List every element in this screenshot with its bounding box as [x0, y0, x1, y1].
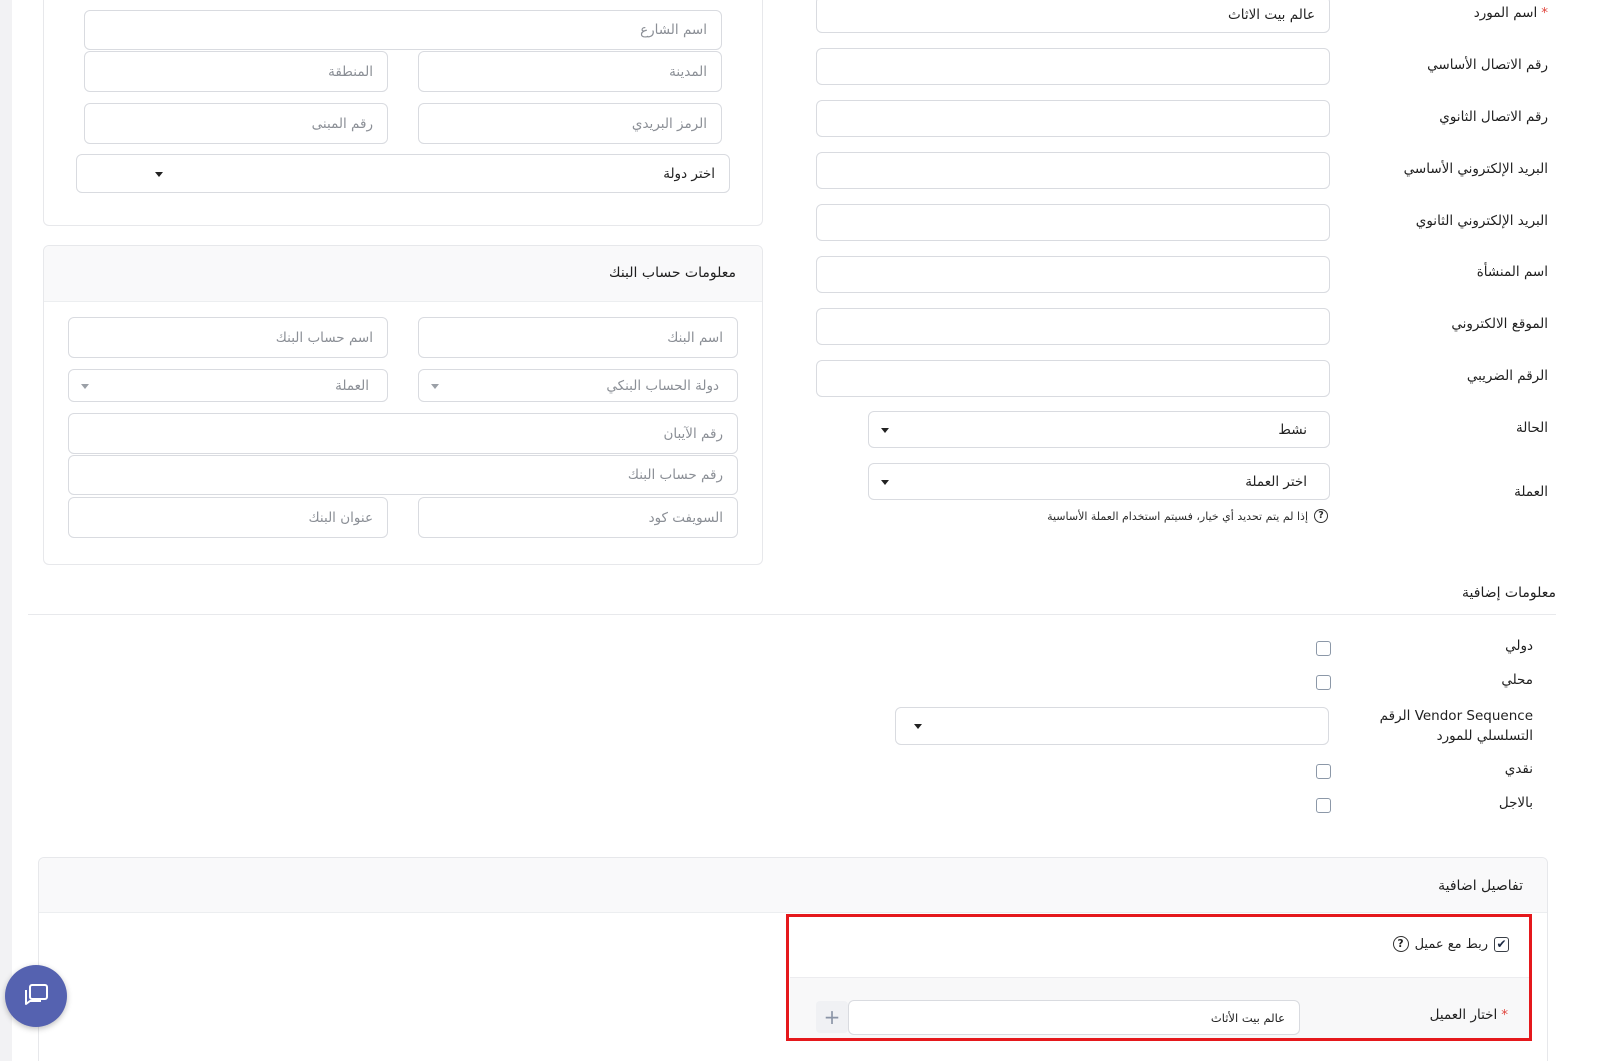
bank-currency-select[interactable]: العملة [68, 369, 388, 402]
required-mark: * [1541, 5, 1548, 21]
chevron-down-icon [881, 479, 889, 485]
currency-label: العملة [1514, 484, 1548, 500]
credit-checkbox[interactable] [1316, 798, 1331, 813]
street-placeholder: اسم الشارع [640, 22, 707, 38]
district-placeholder: المنطقة [328, 63, 373, 80]
tax-number-input[interactable] [816, 360, 1330, 397]
website-input[interactable] [816, 308, 1330, 345]
bank-account-name-placeholder: اسم حساب البنك [275, 329, 373, 346]
building-number-placeholder: رقم المبنى [311, 115, 373, 132]
currency-placeholder: اختر العملة [1245, 473, 1307, 490]
vendor-name-value: عالم بيت الاثاث [1228, 6, 1315, 23]
secondary-phone-input[interactable] [816, 100, 1330, 137]
credit-label: بالاجل [1498, 795, 1533, 811]
international-label: دولي [1505, 638, 1533, 654]
chevron-down-icon [431, 383, 439, 389]
chevron-down-icon [155, 171, 163, 177]
cash-label: نقدي [1504, 761, 1533, 777]
building-number-input[interactable]: رقم المبنى [84, 103, 388, 144]
primary-phone-input[interactable] [816, 48, 1330, 85]
extra-info-divider [28, 614, 1556, 615]
swift-input[interactable]: السويفت كود [418, 497, 738, 538]
postal-code-placeholder: الرمز البريدي [631, 115, 707, 132]
additional-details-title: تفاصيل اضافية [1438, 878, 1523, 894]
vendor-sequence-label: Vendor Sequence الرقم التسلسلي للمورد [1379, 708, 1533, 744]
chevron-down-icon [81, 383, 89, 389]
currency-hint: ? إذا لم يتم تحديد أي خيار، فسيتم استخدا… [1047, 509, 1328, 523]
chevron-down-icon [881, 427, 889, 433]
bank-name-placeholder: اسم البنك [667, 329, 723, 346]
primary-phone-label: رقم الاتصال الأساسي [1427, 57, 1548, 73]
company-name-label: اسم المنشأة [1476, 264, 1548, 280]
vendor-sequence-select[interactable] [895, 707, 1329, 745]
website-label: الموقع الالكتروني [1451, 316, 1548, 332]
city-placeholder: المدينة [669, 63, 707, 80]
bank-account-number-input[interactable]: رقم حساب البنك [68, 455, 738, 495]
company-name-input[interactable] [816, 256, 1330, 293]
left-scroll-gutter [0, 0, 12, 1061]
district-input[interactable]: المنطقة [84, 51, 388, 92]
secondary-email-label: البريد الإلكتروني الثانوي [1415, 213, 1548, 229]
iban-input[interactable]: رقم الآيبان [68, 413, 738, 454]
bank-currency-placeholder: العملة [335, 377, 369, 394]
currency-hint-text: إذا لم يتم تحديد أي خيار، فسيتم استخدام … [1047, 509, 1308, 523]
vendor-name-label: *اسم المورد [1474, 5, 1548, 21]
status-label: الحالة [1515, 420, 1548, 436]
bank-country-select[interactable]: دولة الحساب البنكي [418, 369, 738, 402]
secondary-email-input[interactable] [816, 204, 1330, 241]
cash-checkbox[interactable] [1316, 764, 1331, 779]
highlight-box [786, 914, 1532, 1041]
bank-country-placeholder: دولة الحساب البنكي [606, 377, 719, 394]
bank-address-placeholder: عنوان البنك [308, 509, 373, 526]
local-checkbox[interactable] [1316, 675, 1331, 690]
additional-details-header [39, 858, 1547, 913]
swift-placeholder: السويفت كود [648, 509, 723, 526]
street-input[interactable]: اسم الشارع [84, 10, 722, 50]
secondary-phone-label: رقم الاتصال الثانوي [1439, 109, 1548, 125]
status-select[interactable]: نشط [868, 411, 1330, 448]
vendor-name-label-text: اسم المورد [1473, 5, 1538, 21]
chevron-down-icon [914, 724, 922, 729]
postal-code-input[interactable]: الرمز البريدي [418, 103, 722, 144]
country-placeholder: اختر دولة [663, 165, 715, 182]
vendor-name-input[interactable]: عالم بيت الاثاث [816, 0, 1330, 33]
status-value: نشط [1278, 421, 1307, 438]
international-checkbox[interactable] [1316, 641, 1331, 656]
country-select[interactable]: اختر دولة [76, 154, 730, 193]
bank-address-input[interactable]: عنوان البنك [68, 497, 388, 538]
primary-email-label: البريد الإلكتروني الأساسي [1403, 161, 1548, 177]
currency-select[interactable]: اختر العملة [868, 463, 1330, 500]
chat-button[interactable] [5, 965, 67, 1027]
extra-info-title: معلومات إضافية [1462, 585, 1556, 601]
tax-number-label: الرقم الضريبي [1466, 368, 1548, 384]
bank-account-name-input[interactable]: اسم حساب البنك [68, 317, 388, 358]
city-input[interactable]: المدينة [418, 51, 722, 92]
question-circle-icon: ? [1314, 509, 1328, 523]
bank-account-number-placeholder: رقم حساب البنك [627, 467, 723, 483]
chat-icon [25, 984, 48, 1005]
bank-card-title: معلومات حساب البنك [609, 265, 736, 281]
primary-email-input[interactable] [816, 152, 1330, 189]
local-label: محلي [1501, 672, 1533, 688]
iban-placeholder: رقم الآيبان [663, 425, 723, 442]
bank-name-input[interactable]: اسم البنك [418, 317, 738, 358]
